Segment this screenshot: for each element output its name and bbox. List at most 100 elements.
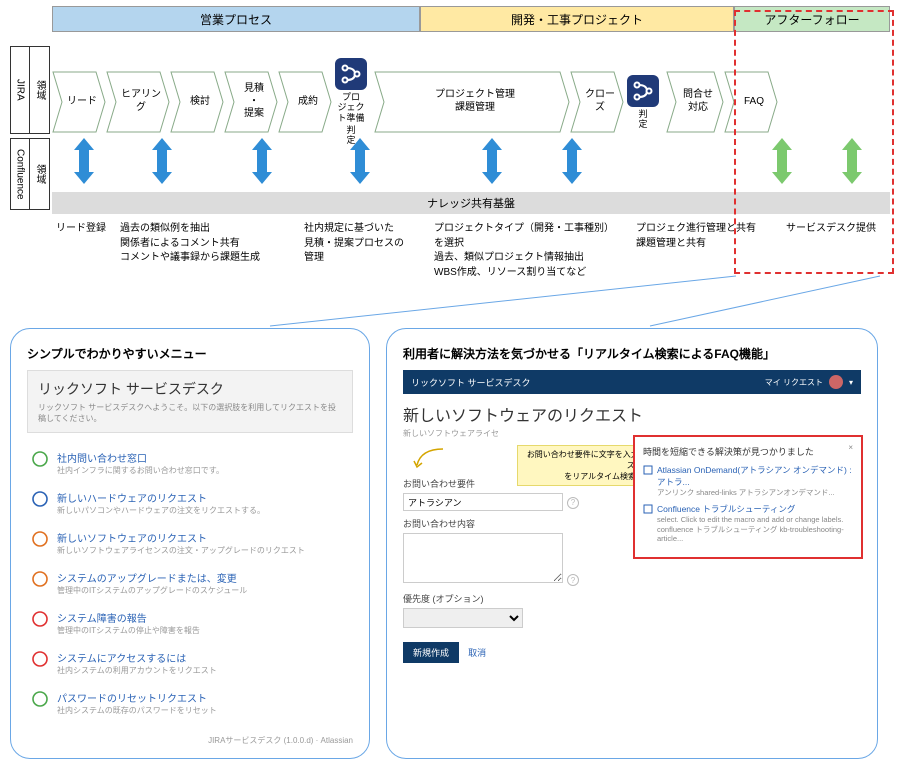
sd-footer: JIRAサービスデスク (1.0.0.d) · Atlassian — [27, 735, 353, 746]
callout-menu: シンプルでわかりやすいメニュー リックソフト サービスデスク リックソフト サー… — [10, 328, 370, 759]
request-type-icon — [31, 530, 49, 548]
sd-menu-item[interactable]: 新しいソフトウェアのリクエスト新しいソフトウェアライセンスの注文・アップグレード… — [27, 523, 353, 563]
sd-item-desc: 社内システムの利用アカウントをリクエスト — [57, 665, 217, 676]
callout-title: 利用者に解決方法を気づかせる「リアルタイム検索によるFAQ機能」 — [403, 345, 861, 362]
sd-menu-item[interactable]: 新しいハードウェアのリクエスト新しいパソコンやハードウェアの注文をリクエストする… — [27, 483, 353, 523]
note: プロジェク進行管理と共有 課題管理と共有 — [636, 222, 776, 251]
sd-header: リックソフト サービスデスク リックソフト サービスデスクへようこそ。以下の選択… — [27, 370, 353, 433]
faq-result-item[interactable]: Atlassian OnDemand(アトラシアン オンデマンド) : アトラ.… — [643, 464, 853, 498]
field-label: お問い合わせ内容 — [403, 517, 603, 530]
updown-arrow-icon — [842, 138, 862, 184]
updown-arrow-icon — [772, 138, 792, 184]
icon-project-prep: プロ ジェク ト準備 判 定 — [332, 58, 370, 146]
sd-item-title: システムのアップグレードまたは、変更 — [57, 570, 247, 585]
sd-menu-item[interactable]: 社内問い合わせ窓口社内インフラに関するお問い合わせ窓口です。 — [27, 443, 353, 483]
request-type-icon — [31, 690, 49, 708]
faq-item-title: Atlassian OnDemand(アトラシアン オンデマンド) : アトラ.… — [657, 464, 853, 488]
request-type-icon — [31, 650, 49, 668]
sd-item-title: システム障害の報告 — [57, 610, 200, 625]
cancel-button[interactable]: 取消 — [468, 646, 486, 659]
note: リード登録 — [56, 222, 116, 237]
sd-item-desc: 新しいソフトウェアライセンスの注文・アップグレードのリクエスト — [57, 545, 305, 556]
chevron-down-icon[interactable]: ▾ — [849, 378, 853, 387]
document-icon — [643, 465, 653, 475]
axis-jira-area: 領域 — [30, 46, 50, 134]
chev-lead: リード — [52, 71, 106, 133]
field-label: 優先度 (オプション) — [403, 592, 603, 605]
axis-jira: JIRA — [10, 46, 30, 134]
request-type-icon — [31, 610, 49, 628]
axis-confluence: Confluence — [10, 138, 30, 210]
branch-icon — [335, 58, 367, 90]
chev-contract: 成約 — [278, 71, 332, 133]
breadcrumb: リックソフト サービスデスク — [411, 376, 531, 389]
sd-item-title: 新しいハードウェアのリクエスト — [57, 490, 265, 505]
sd-item-title: 社内問い合わせ窓口 — [57, 450, 224, 465]
help-icon[interactable]: ? — [567, 574, 579, 586]
sd-item-title: システムにアクセスするには — [57, 650, 217, 665]
chev-hearing: ヒアリング — [106, 71, 170, 133]
sd-item-desc: 新しいパソコンやハードウェアの注文をリクエストする。 — [57, 505, 265, 516]
phase-dev: 開発・工事プロジェクト — [420, 6, 734, 32]
faq-popup-heading: 時間を短縮できる解決策が見つかりました — [643, 445, 853, 458]
field-subject: お問い合わせ要件 ? — [403, 477, 603, 511]
sd-menu-item[interactable]: システムにアクセスするには社内システムの利用アカウントをリクエスト — [27, 643, 353, 683]
branch-icon — [627, 75, 659, 107]
updown-arrow-icon — [482, 138, 502, 184]
sd-menu-item[interactable]: パスワードのリセットリクエスト社内システムの既存のパスワードをリセット — [27, 683, 353, 723]
field-body: お問い合わせ内容 ? — [403, 517, 603, 586]
chev-inquiry: 問合せ 対応 — [666, 71, 724, 133]
subject-input[interactable] — [403, 493, 563, 511]
phase-after: アフターフォロー — [734, 6, 890, 32]
sd-item-desc: 管理中のITシステムのアップグレードのスケジュール — [57, 585, 247, 596]
close-icon[interactable]: × — [848, 443, 853, 452]
priority-select[interactable] — [403, 608, 523, 628]
axis-confluence-area: 領域 — [30, 138, 50, 210]
callout-title: シンプルでわかりやすいメニュー — [27, 345, 353, 362]
sd-item-desc: 管理中のITシステムの停止や障害を報告 — [57, 625, 200, 636]
process-diagram: 営業プロセス 開発・工事プロジェクト アフターフォロー JIRA 領域 Conf… — [10, 6, 890, 32]
faq-result-item[interactable]: Confluence トラブルシューティングselect. Click to e… — [643, 503, 853, 544]
phase-bar: 営業プロセス 開発・工事プロジェクト アフターフォロー — [52, 6, 890, 32]
sd-subtitle: リックソフト サービスデスクへようこそ。以下の選択肢を利用してリクエストを投稿し… — [38, 402, 342, 424]
sd-menu-item[interactable]: システムのアップグレードまたは、変更管理中のITシステムのアップグレードのスケジ… — [27, 563, 353, 603]
document-icon — [643, 504, 653, 514]
updown-arrow-icon — [252, 138, 272, 184]
request-type-icon — [31, 570, 49, 588]
phase-sales: 営業プロセス — [52, 6, 420, 32]
faq-item-desc: select. Click to edit the macro and add … — [657, 515, 853, 544]
field-priority: 優先度 (オプション) — [403, 592, 603, 628]
updown-arrow-icon — [562, 138, 582, 184]
request-header-bar: リックソフト サービスデスク マイ リクエスト ▾ — [403, 370, 861, 394]
sd-menu-item[interactable]: システム障害の報告管理中のITシステムの停止や障害を報告 — [27, 603, 353, 643]
hint-arrow-icon — [411, 447, 445, 469]
sd-item-desc: 社内インフラに関するお問い合わせ窓口です。 — [57, 465, 224, 476]
sd-item-title: パスワードのリセットリクエスト — [57, 690, 217, 705]
sd-item-desc: 社内システムの既存のパスワードをリセット — [57, 705, 217, 716]
callout-faq: 利用者に解決方法を気づかせる「リアルタイム検索によるFAQ機能」 リックソフト … — [386, 328, 878, 759]
note: サービスデスク提供 — [786, 222, 886, 237]
faq-item-title: Confluence トラブルシューティング — [657, 503, 853, 515]
icon-judge2: 判 定 — [624, 75, 662, 130]
request-type-icon — [31, 450, 49, 468]
page-title: 新しいソフトウェアのリクエスト — [403, 402, 861, 426]
body-textarea[interactable] — [403, 533, 563, 583]
faq-popup: × 時間を短縮できる解決策が見つかりました Atlassian OnDemand… — [633, 435, 863, 559]
my-requests-link[interactable]: マイ リクエスト — [765, 377, 823, 388]
create-button[interactable]: 新規作成 — [403, 642, 459, 663]
chev-faq: FAQ — [724, 71, 778, 133]
note: 過去の類似例を抽出 関係者によるコメント共有 コメントや議事録から課題生成 — [120, 222, 280, 266]
request-type-icon — [31, 490, 49, 508]
field-label: お問い合わせ要件 — [403, 477, 603, 490]
note: 社内規定に基づいた 見積・提案プロセスの 管理 — [304, 222, 424, 266]
updown-arrow-icon — [152, 138, 172, 184]
faq-item-desc: アンリンク shared-links アトラシアンオンデマンド... — [657, 488, 853, 498]
avatar[interactable] — [829, 375, 843, 389]
chev-pm: プロジェクト管理 課題管理 — [374, 71, 570, 133]
chev-close: クロー ズ — [570, 71, 624, 133]
sd-title: リックソフト サービスデスク — [38, 379, 342, 399]
help-icon[interactable]: ? — [567, 497, 579, 509]
updown-arrow-icon — [74, 138, 94, 184]
sd-item-title: 新しいソフトウェアのリクエスト — [57, 530, 305, 545]
knowledge-base-bar: ナレッジ共有基盤 — [52, 192, 890, 214]
